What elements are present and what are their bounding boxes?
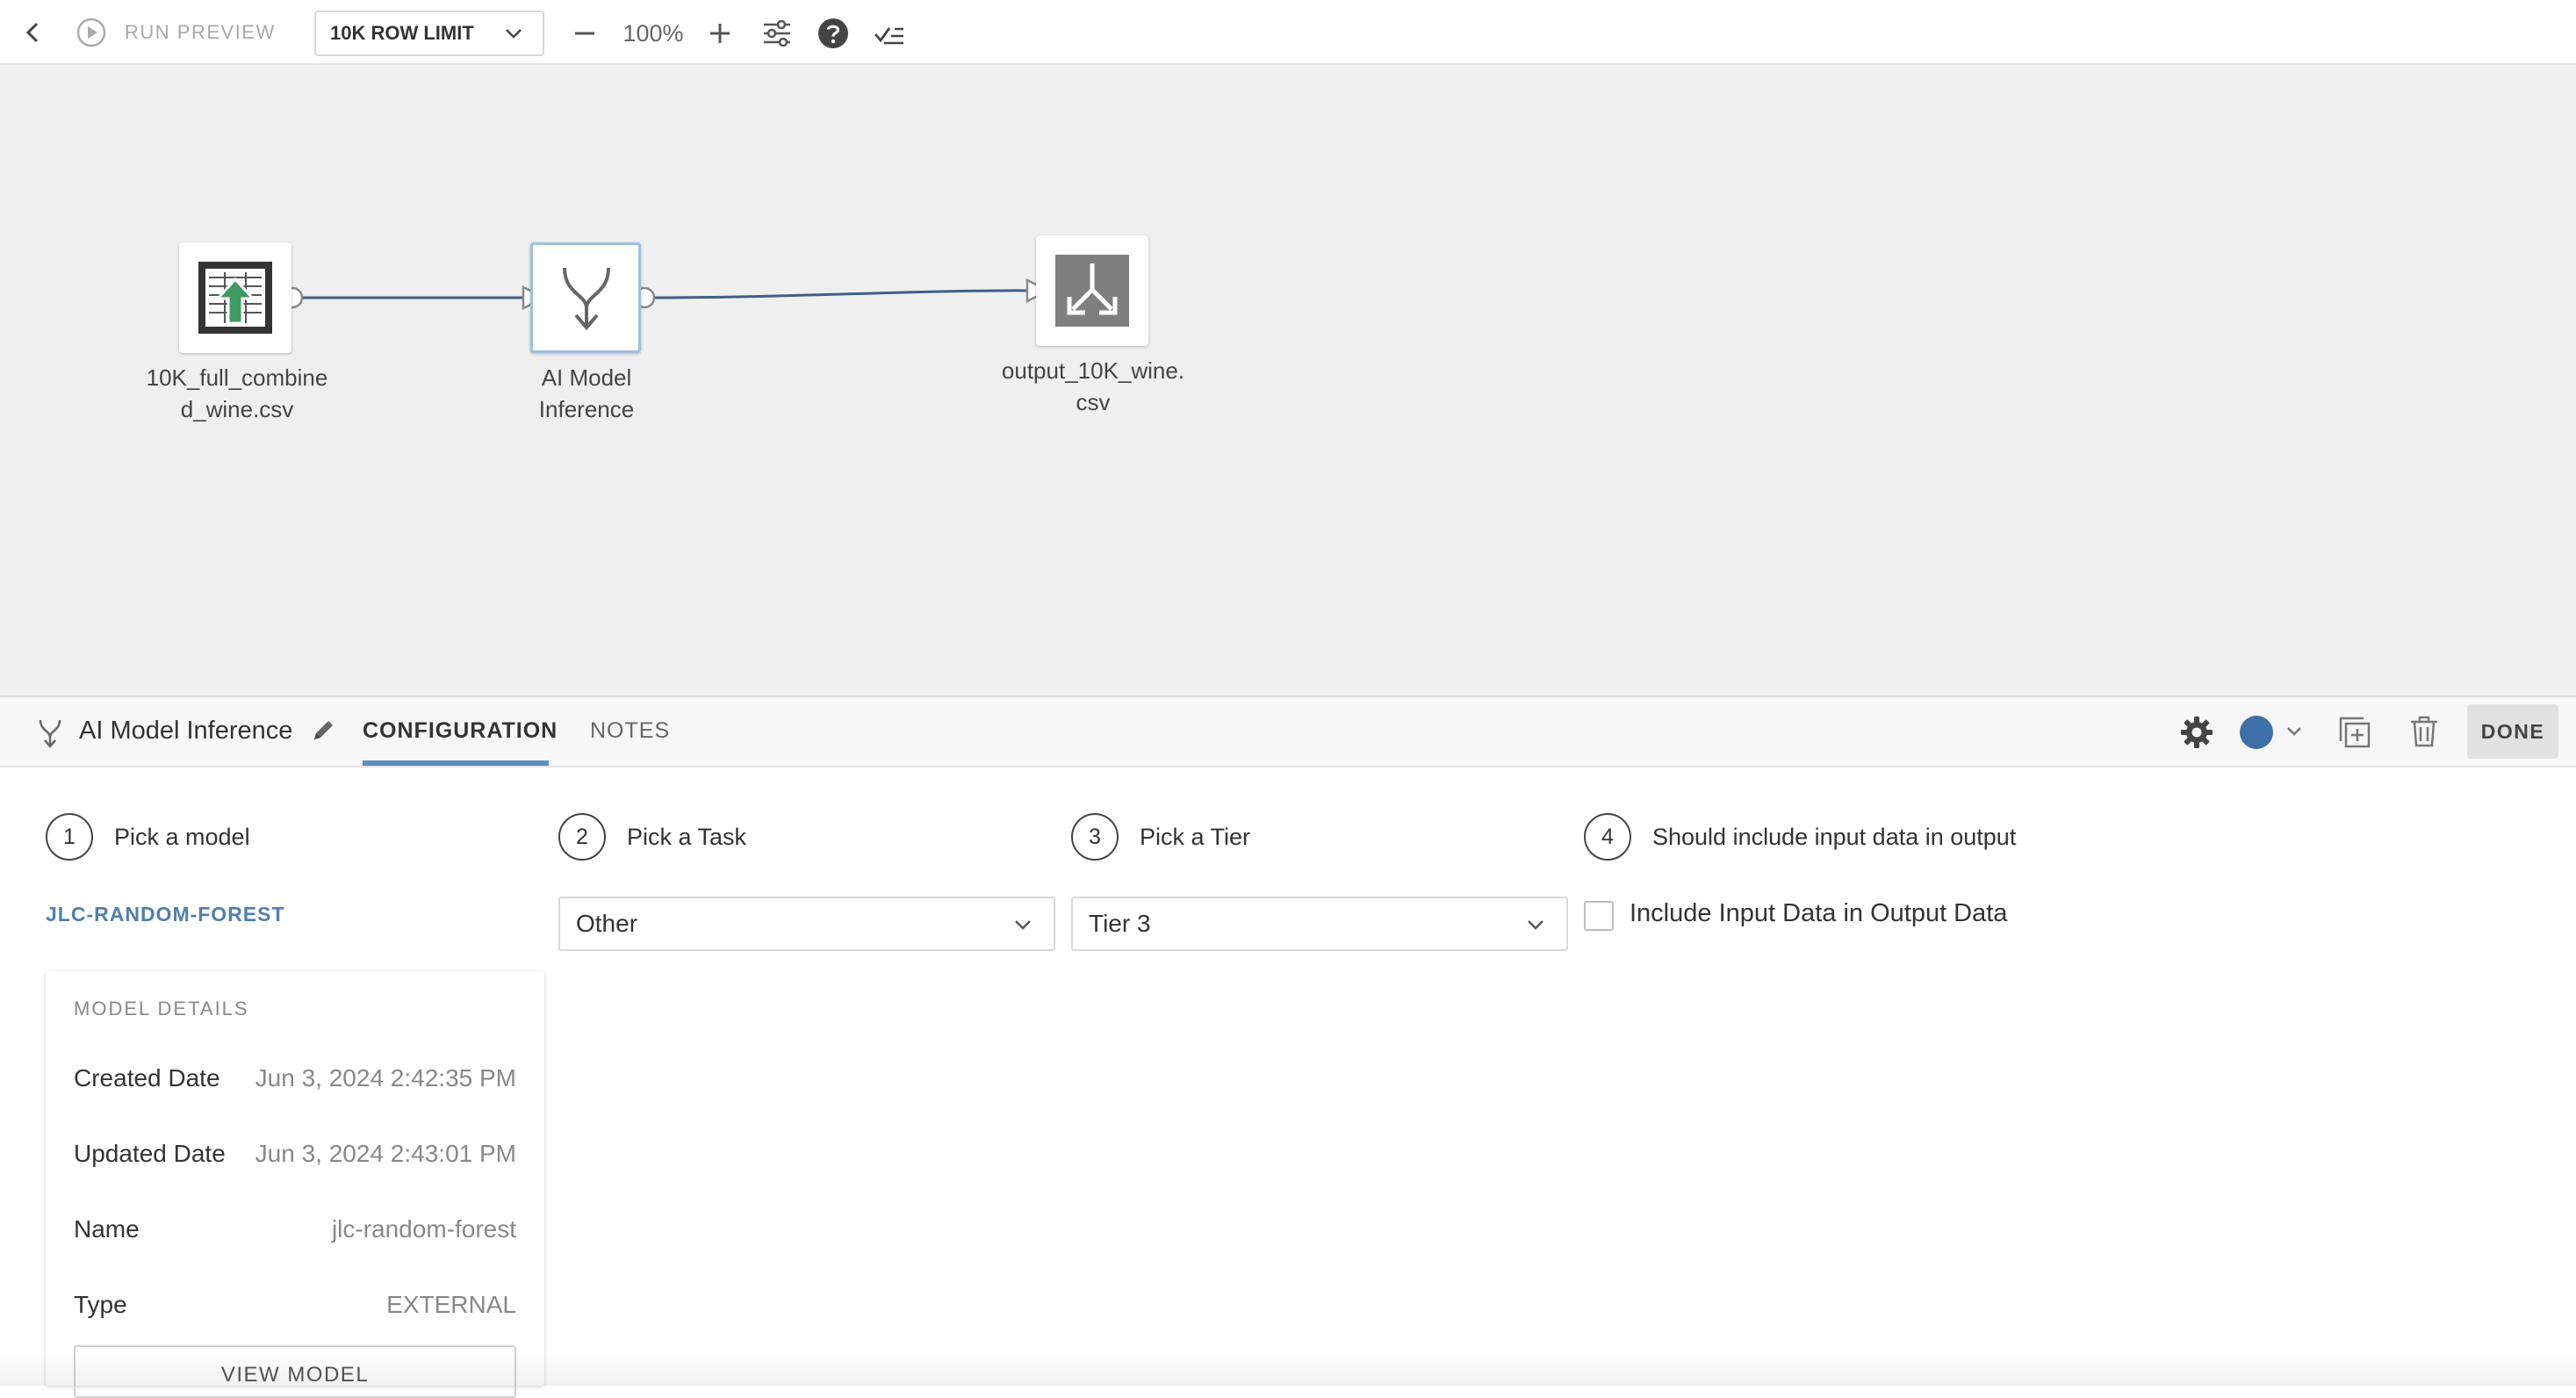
node-settings-button[interactable] — [2179, 715, 2214, 750]
active-tab-indicator — [363, 760, 549, 766]
workflow-node-input[interactable] — [179, 242, 291, 353]
detail-row-type: Type EXTERNAL — [74, 1291, 516, 1326]
delete-node-button[interactable] — [2409, 715, 2441, 750]
toolbar: RUN PREVIEW 10K ROW LIMIT 100% — [0, 0, 2576, 65]
plus-icon — [710, 24, 730, 43]
help-button[interactable] — [817, 17, 850, 50]
row-limit-label: 10K ROW LIMIT — [330, 22, 474, 44]
pencil-icon — [314, 721, 333, 739]
chevron-down-icon — [506, 29, 522, 39]
sliders-icon — [764, 20, 790, 47]
node-label-input: 10K_full_combine d_wine.csv — [123, 362, 351, 425]
run-preview-label: RUN PREVIEW — [125, 21, 276, 43]
node-label-line: AI Model — [541, 364, 632, 391]
zoom-in-button[interactable] — [704, 19, 736, 47]
tier-select[interactable]: Tier 3 — [1071, 897, 1568, 951]
zoom-out-button[interactable] — [569, 19, 601, 47]
config-panel-header: AI Model Inference CONFIGURATION NOTES D… — [0, 695, 2576, 767]
tier-select-value: Tier 3 — [1089, 910, 1151, 937]
node-label-line: Inference — [538, 396, 635, 422]
step-number: 2 — [558, 813, 606, 861]
validate-button[interactable] — [873, 18, 906, 49]
detail-row-created: Created Date Jun 3, 2024 2:42:35 PM — [74, 1064, 516, 1099]
step-include-input: 4 Should include input data in output — [1584, 813, 2016, 861]
tab-notes[interactable]: NOTES — [590, 718, 670, 744]
chevron-down-icon — [1015, 920, 1031, 930]
include-input-checkbox[interactable] — [1584, 901, 1614, 931]
node-label-output: output_10K_wine. csv — [979, 355, 1207, 418]
checklist-icon — [874, 27, 903, 45]
chevron-left-icon — [25, 22, 39, 43]
node-label-line: output_10K_wine. — [1001, 357, 1185, 384]
merge-arrow-icon — [39, 719, 61, 748]
task-select[interactable]: Other — [558, 897, 1055, 951]
output-arrows-icon — [1055, 255, 1129, 327]
play-circle-icon — [76, 18, 106, 47]
node-color-picker[interactable] — [2239, 713, 2306, 752]
workflow-node-model[interactable] — [530, 242, 641, 353]
detail-value: Jun 3, 2024 2:42:35 PM — [255, 1064, 516, 1092]
include-input-label[interactable]: Include Input Data in Output Data — [1630, 899, 2007, 928]
edge-model-to-output — [652, 289, 1033, 299]
detail-row-name: Name jlc-random-forest — [74, 1215, 516, 1250]
workflow-canvas[interactable]: 10K_full_combine d_wine.csv AI Model Inf… — [0, 65, 2576, 695]
detail-key: Created Date — [74, 1064, 220, 1092]
duplicate-icon — [2339, 717, 2371, 748]
panel-title: AI Model Inference — [79, 717, 293, 745]
step-number: 3 — [1071, 813, 1119, 861]
step-number: 4 — [1584, 813, 1631, 861]
settings-sliders-button[interactable] — [760, 18, 794, 49]
detail-value: jlc-random-forest — [331, 1215, 516, 1243]
duplicate-node-button[interactable] — [2337, 715, 2372, 750]
rename-button[interactable] — [311, 717, 341, 746]
node-label-model: AI Model Inference — [472, 362, 701, 425]
file-upload-icon — [198, 262, 272, 334]
step-pick-task: 2 Pick a Task — [558, 813, 746, 861]
help-icon — [818, 18, 848, 48]
step-label: Pick a model — [114, 823, 250, 850]
node-label-line: d_wine.csv — [180, 396, 294, 422]
trash-icon — [2411, 716, 2437, 747]
step-label: Should include input data in output — [1652, 823, 2017, 850]
color-swatch-icon — [2240, 716, 2301, 749]
chevron-down-icon — [1528, 920, 1543, 930]
step-pick-model: 1 Pick a model — [46, 813, 250, 861]
tab-configuration[interactable]: CONFIGURATION — [363, 718, 558, 744]
detail-value: EXTERNAL — [386, 1291, 516, 1318]
bottom-shadow — [0, 1351, 2576, 1386]
zoom-level-value: 100% — [622, 19, 684, 47]
gear-icon — [2181, 717, 2213, 748]
step-label: Pick a Task — [627, 823, 747, 850]
zoom-level: 100% — [615, 18, 692, 49]
back-button[interactable] — [18, 18, 47, 47]
run-preview-button[interactable]: RUN PREVIEW — [76, 16, 276, 49]
selected-model-link[interactable]: JLC-RANDOM-FOREST — [46, 903, 285, 926]
detail-value: Jun 3, 2024 2:43:01 PM — [255, 1140, 516, 1167]
model-details-title: MODEL DETAILS — [74, 998, 249, 1020]
detail-key: Name — [74, 1215, 140, 1243]
step-pick-tier: 3 Pick a Tier — [1071, 813, 1250, 861]
detail-key: Updated Date — [74, 1140, 226, 1167]
workflow-edges — [281, 277, 1051, 311]
task-select-value: Other — [576, 910, 638, 937]
node-label-line: csv — [1076, 389, 1111, 415]
detail-key: Type — [74, 1291, 127, 1318]
row-limit-dropdown[interactable]: 10K ROW LIMIT — [314, 11, 544, 56]
node-label-line: 10K_full_combine — [146, 364, 328, 391]
merge-arrow-icon — [563, 267, 610, 331]
done-button[interactable]: DONE — [2467, 704, 2558, 759]
step-label: Pick a Tier — [1140, 823, 1251, 850]
minus-icon — [575, 32, 594, 35]
step-number: 1 — [46, 813, 93, 861]
workflow-node-output[interactable] — [1036, 235, 1148, 346]
detail-row-updated: Updated Date Jun 3, 2024 2:43:01 PM — [74, 1140, 516, 1175]
model-details-card: MODEL DETAILS Created Date Jun 3, 2024 2… — [46, 971, 544, 1398]
